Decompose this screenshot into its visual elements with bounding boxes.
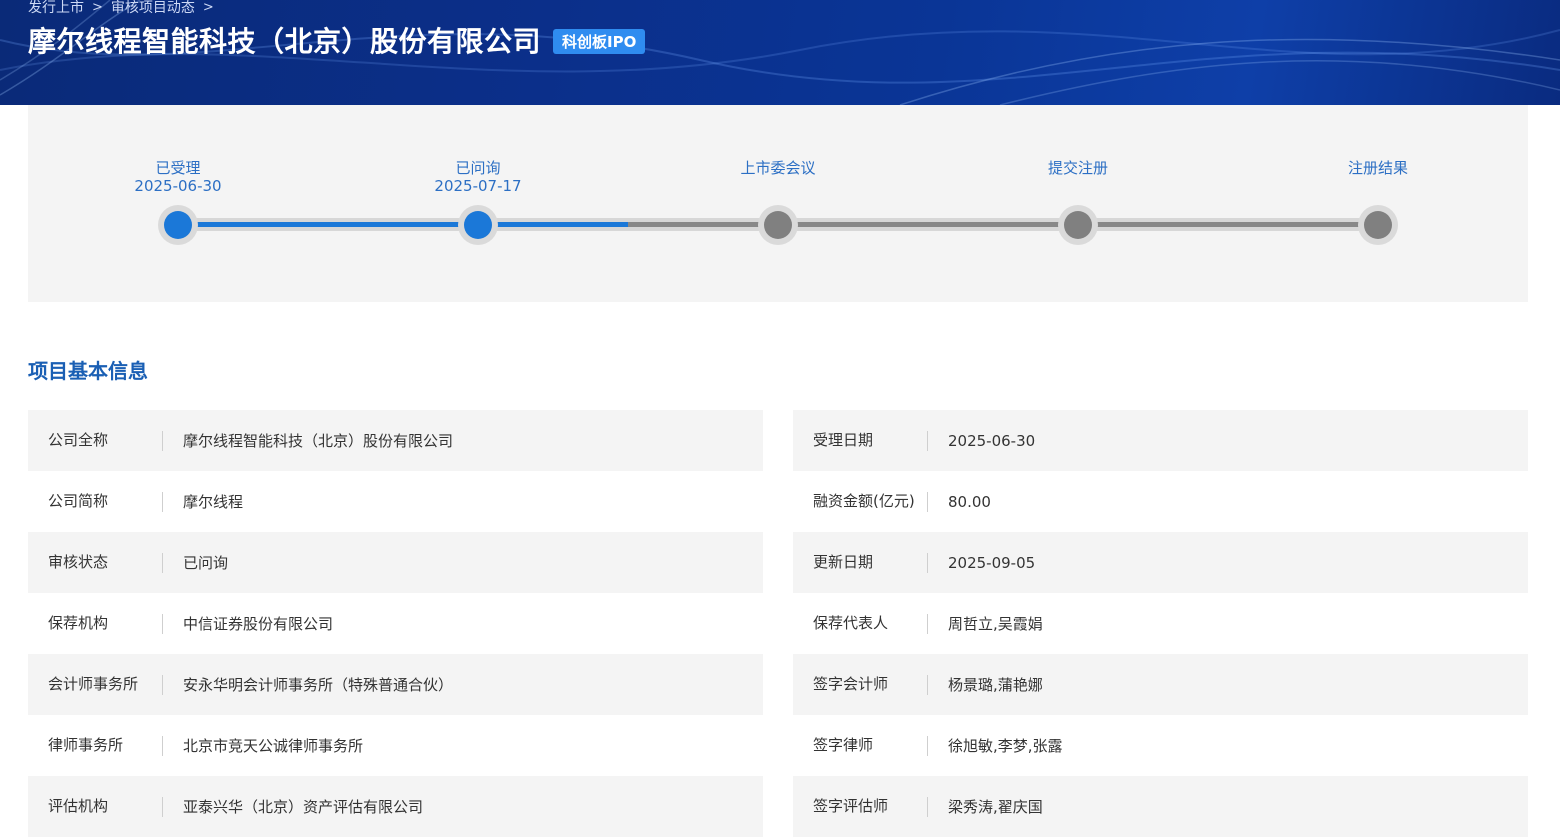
step-label: 已受理 <box>155 159 201 177</box>
info-row: 受理日期 2025-06-30 <box>793 410 1528 471</box>
info-table-right: 受理日期 2025-06-30 融资金额(亿元) 80.00 更新日期 2025-09-0… <box>793 410 1528 837</box>
info-value: 中信证券股份有限公司 <box>183 615 334 633</box>
page-title: 摩尔线程智能科技（北京）股份有限公司 <box>28 25 542 58</box>
info-row: 签字律师 徐旭敏,李梦,张露 <box>793 715 1528 776</box>
info-key: 更新日期 <box>793 532 928 593</box>
info-value: 已问询 <box>183 554 229 572</box>
info-value: 2025-09-05 <box>948 553 1036 572</box>
step-dot <box>1064 211 1092 239</box>
info-row: 保荐机构 中信证券股份有限公司 <box>28 593 763 654</box>
step-label: 上市委会议 <box>740 159 816 177</box>
info-key: 公司全称 <box>28 410 163 471</box>
info-key: 签字会计师 <box>793 654 928 715</box>
info-value: 杨景璐,蒲艳娜 <box>948 676 1043 694</box>
info-key: 保荐代表人 <box>793 593 928 654</box>
info-value: 梁秀涛,翟庆国 <box>948 798 1043 816</box>
info-value: 北京市竞天公诚律师事务所 <box>183 737 364 755</box>
info-key: 评估机构 <box>28 776 163 837</box>
info-row: 公司全称 摩尔线程智能科技（北京）股份有限公司 <box>28 410 763 471</box>
step-dot <box>464 211 492 239</box>
info-row: 评估机构 亚泰兴华（北京）资产评估有限公司 <box>28 776 763 837</box>
info-key: 保荐机构 <box>28 593 163 654</box>
info-row: 更新日期 2025-09-05 <box>793 532 1528 593</box>
info-key: 融资金额(亿元) <box>793 471 928 532</box>
info-key: 会计师事务所 <box>28 654 163 715</box>
section-title: 项目基本信息 <box>28 359 148 383</box>
breadcrumb-item-listing[interactable]: 发行上市 <box>28 0 84 17</box>
info-value: 80.00 <box>948 492 991 511</box>
progress-panel: 已受理 2025-06-30 已问询 2025-07-17 上市委会议 提交注册 注册结果 <box>28 105 1528 302</box>
progress-fill <box>178 222 628 227</box>
step-label: 注册结果 <box>1347 159 1408 177</box>
chevron-right-icon: > <box>202 0 214 15</box>
info-row: 审核状态 已问询 <box>28 532 763 593</box>
info-value: 徐旭敏,李梦,张露 <box>948 737 1063 755</box>
info-key: 受理日期 <box>793 410 928 471</box>
step-date: 2025-07-17 <box>434 177 522 195</box>
info-value: 安永华明会计师事务所（特殊普通合伙） <box>183 676 454 694</box>
info-row: 会计师事务所 安永华明会计师事务所（特殊普通合伙） <box>28 654 763 715</box>
info-table-left: 公司全称 摩尔线程智能科技（北京）股份有限公司公司简称 摩尔线程审核状态 已问询保荐机… <box>28 410 763 837</box>
chevron-right-icon: > <box>92 0 103 15</box>
info-row: 保荐代表人 周哲立,吴霞娟 <box>793 593 1528 654</box>
info-value: 2025-06-30 <box>948 431 1036 450</box>
header-banner: 发行上市 > 审核项目动态 > 摩尔线程智能科技（北京）股份有限公司 科创板IP… <box>0 0 1560 105</box>
info-row: 签字评估师 梁秀涛,翟庆国 <box>793 776 1528 837</box>
step-dot <box>164 211 192 239</box>
step-date: 2025-06-30 <box>134 177 222 195</box>
breadcrumb: 发行上市 > 审核项目动态 > <box>28 0 214 17</box>
step-dot <box>764 211 792 239</box>
board-badge: 科创板IPO <box>553 28 646 54</box>
step-label: 提交注册 <box>1047 159 1108 177</box>
info-value: 摩尔线程 <box>183 493 244 511</box>
info-row: 签字会计师 杨景璐,蒲艳娜 <box>793 654 1528 715</box>
info-value: 周哲立,吴霞娟 <box>948 615 1043 633</box>
info-key: 律师事务所 <box>28 715 163 776</box>
info-key: 签字评估师 <box>793 776 928 837</box>
step-label: 已问询 <box>455 159 501 177</box>
info-row: 律师事务所 北京市竞天公诚律师事务所 <box>28 715 763 776</box>
info-row: 公司简称 摩尔线程 <box>28 471 763 532</box>
info-key: 审核状态 <box>28 532 163 593</box>
info-value: 亚泰兴华（北京）资产评估有限公司 <box>183 798 424 816</box>
info-key: 签字律师 <box>793 715 928 776</box>
info-value: 摩尔线程智能科技（北京）股份有限公司 <box>183 432 454 450</box>
breadcrumb-item-review[interactable]: 审核项目动态 <box>111 0 195 17</box>
info-key: 公司简称 <box>28 471 163 532</box>
step-dot <box>1364 211 1392 239</box>
info-row: 融资金额(亿元) 80.00 <box>793 471 1528 532</box>
title-row: 摩尔线程智能科技（北京）股份有限公司 科创板IPO <box>28 20 646 60</box>
